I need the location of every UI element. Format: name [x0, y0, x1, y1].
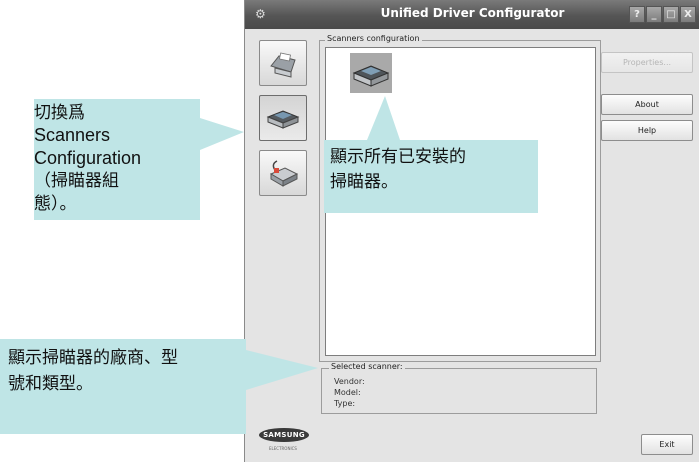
samsung-logo-sub: ELECTRONICS: [269, 446, 297, 451]
minimize-button[interactable]: _: [646, 6, 662, 23]
callout-switch-scanners: 切換爲 Scanners Configuration （掃瞄器組 態）。: [34, 99, 200, 220]
title-bar[interactable]: ⚙ Unified Driver Configurator ? _ □ X: [245, 0, 699, 29]
maximize-button[interactable]: □: [663, 6, 679, 23]
vendor-label: Vendor:: [334, 377, 365, 386]
properties-button[interactable]: Properties...: [601, 52, 693, 73]
scanners-config-label: Scanners configuration: [325, 34, 422, 44]
type-label: Type:: [334, 399, 356, 408]
selected-scanner-label: Selected scanner:: [329, 362, 405, 372]
callout-switch-line1: 切換爲: [34, 103, 85, 123]
about-button[interactable]: About: [601, 94, 693, 115]
sidebar-item-scanners[interactable]: [259, 95, 307, 141]
callout-details-line1: 顯示掃瞄器的廠商、型: [8, 348, 178, 368]
sidebar-item-ports[interactable]: [259, 150, 307, 196]
callout-switch-line5: 態）。: [34, 194, 77, 214]
callout-switch-line2: Scanners: [34, 125, 111, 145]
callout-installed-line1: 顯示所有已安裝的: [330, 147, 466, 167]
selected-scanner-group: Vendor: Model: Type:: [321, 368, 597, 414]
driver-configurator-window: ⚙ Unified Driver Configurator ? _ □ X Sc…: [244, 0, 699, 462]
exit-button[interactable]: Exit: [641, 434, 693, 455]
printer-icon: [270, 52, 296, 78]
callout-switch-line3: Configuration: [34, 148, 142, 168]
callout-switch-line4: （掃瞄器組: [34, 171, 119, 191]
scanner-icon: [352, 65, 390, 87]
close-button[interactable]: X: [680, 6, 696, 23]
callout-switch-pointer: [200, 118, 244, 150]
scanner-list-item[interactable]: [350, 53, 392, 93]
model-label: Model:: [334, 388, 361, 397]
callout-scanner-details: 顯示掃瞄器的廠商、型 號和類型。: [0, 339, 246, 434]
help-button[interactable]: Help: [601, 120, 693, 141]
samsung-logo: SAMSUNG: [259, 428, 309, 442]
callout-details-line2: 號和類型。: [8, 374, 93, 394]
scanner-icon: [266, 110, 300, 129]
callout-installed-scanners: 顯示所有已安裝的 掃瞄器。: [324, 140, 538, 213]
port-icon: [269, 160, 299, 187]
sidebar-item-printers[interactable]: [259, 40, 307, 86]
help-window-button[interactable]: ?: [629, 6, 645, 23]
callout-installed-line2: 掃瞄器。: [330, 172, 398, 192]
